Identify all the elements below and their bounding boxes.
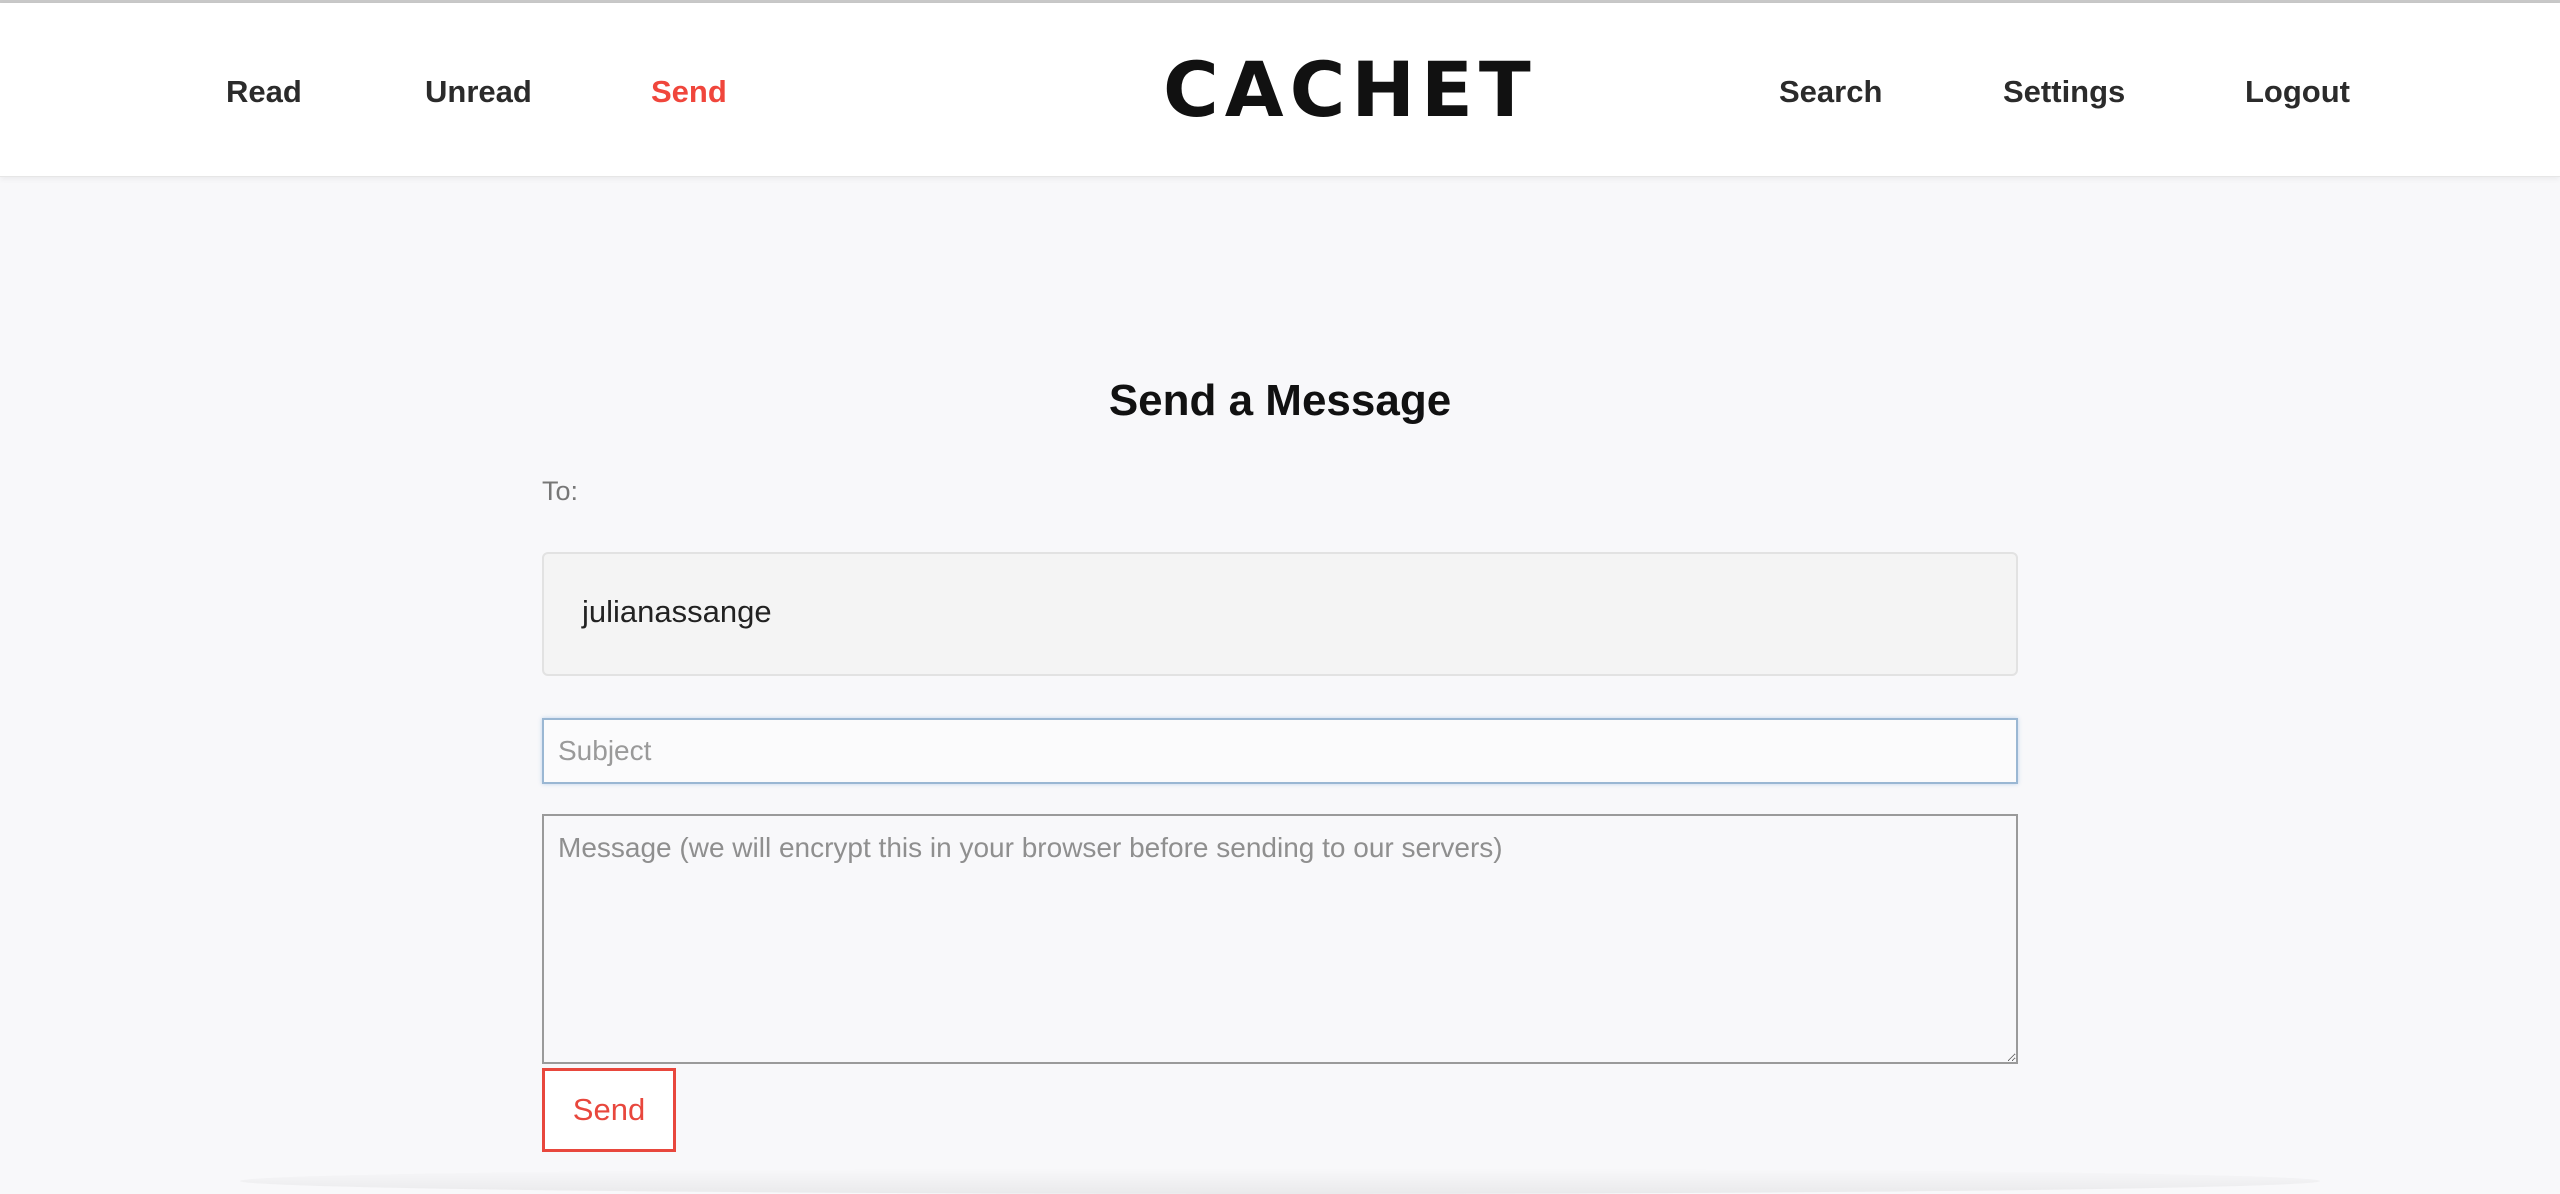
send-button[interactable]: Send (542, 1068, 676, 1152)
top-navigation-bar: Read Unread Send CACHET Search Settings … (0, 3, 2560, 177)
panel-shadow (240, 1168, 2320, 1194)
to-label: To: (542, 476, 579, 506)
nav-read-link[interactable]: Read (226, 74, 302, 110)
nav-logout-link[interactable]: Logout (2245, 74, 2350, 110)
app-logo[interactable]: CACHET (1163, 45, 1531, 134)
nav-unread-link[interactable]: Unread (425, 74, 532, 110)
recipient-value: julianassange (582, 594, 772, 629)
nav-settings-link[interactable]: Settings (2003, 74, 2125, 110)
page-title: Send a Message (1108, 376, 1452, 425)
recipient-field: julianassange (542, 552, 2018, 676)
send-message-panel: Send a Message To: julianassange Send (0, 178, 2560, 1194)
nav-send-link[interactable]: Send (651, 74, 727, 110)
nav-search-link[interactable]: Search (1779, 74, 1882, 110)
message-textarea[interactable] (542, 814, 2018, 1064)
subject-input[interactable] (542, 718, 2018, 784)
